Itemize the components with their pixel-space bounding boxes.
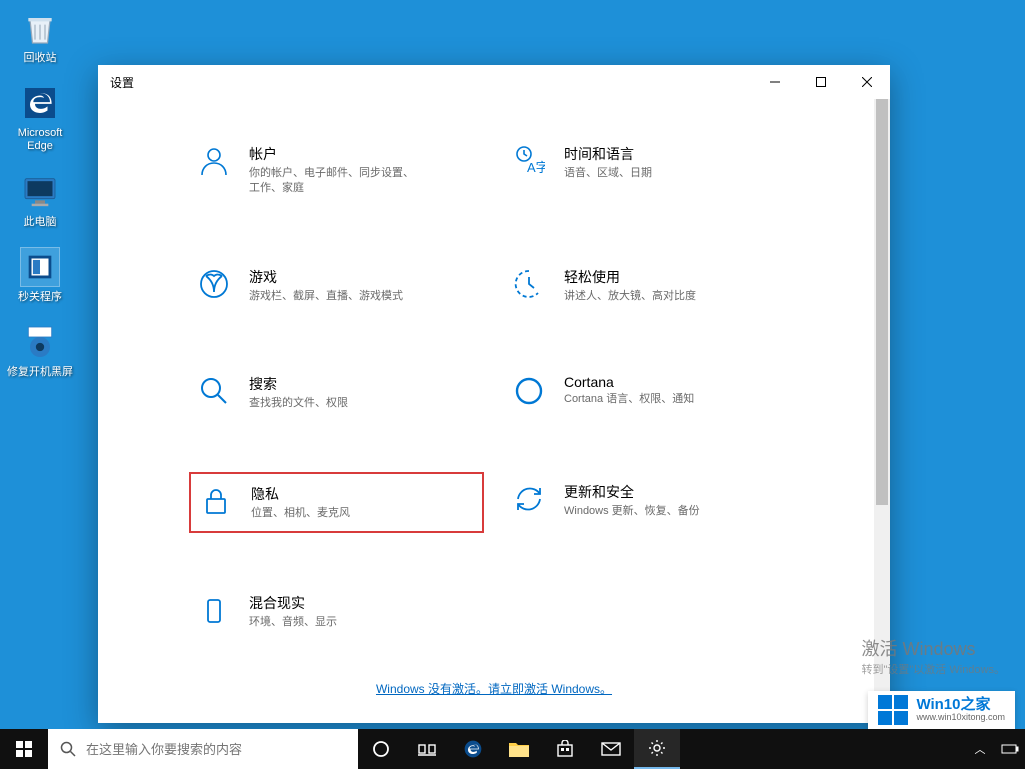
category-desc: 语音、区域、日期: [564, 166, 652, 181]
category-update-security[interactable]: 更新和安全 Windows 更新、恢复、备份: [504, 472, 799, 533]
scrollbar-thumb[interactable]: [876, 99, 888, 505]
category-desc: 讲述人、放大镜、高对比度: [564, 289, 696, 304]
category-cortana[interactable]: Cortana Cortana 语言、权限、通知: [504, 364, 799, 421]
taskbar: ︿: [0, 729, 1025, 769]
edge-taskbar-icon[interactable]: [450, 729, 496, 769]
category-title: 游戏: [249, 267, 403, 287]
desktop-icon-this-pc[interactable]: 此电脑: [6, 172, 74, 229]
cortana-icon: [512, 374, 546, 408]
settings-body: 帐户 你的帐户、电子邮件、同步设置、工作、家庭 A字 时间和语言 语音、区域、日…: [98, 99, 890, 723]
category-desc: Cortana 语言、权限、通知: [564, 392, 694, 407]
desktop-icon-repair[interactable]: 修复开机黑屏: [6, 322, 74, 379]
time-language-icon: A字: [512, 144, 546, 178]
desktop-icon-recycle-bin[interactable]: 回收站: [6, 8, 74, 65]
category-time-language[interactable]: A字 时间和语言 语音、区域、日期: [504, 134, 799, 207]
window-controls: [752, 65, 890, 99]
icon-label: 此电脑: [24, 216, 57, 229]
icon-label: 修复开机黑屏: [7, 366, 73, 379]
ease-icon: [512, 267, 546, 301]
store-icon[interactable]: [542, 729, 588, 769]
icon-label: 回收站: [24, 52, 57, 65]
category-gaming[interactable]: 游戏 游戏栏、截屏、直播、游戏模式: [189, 257, 484, 314]
category-desc: 你的帐户、电子邮件、同步设置、工作、家庭: [249, 166, 419, 197]
category-desc: 游戏栏、截屏、直播、游戏模式: [249, 289, 403, 304]
search-icon: [197, 374, 231, 408]
windows-logo-icon: [878, 695, 908, 725]
category-accounts[interactable]: 帐户 你的帐户、电子邮件、同步设置、工作、家庭: [189, 134, 484, 207]
settings-window: 设置 帐户 你的帐户、电子邮件、同步设置、工作、家庭 A字 时间和语言 语音、区…: [98, 65, 890, 723]
taskbar-search[interactable]: [48, 729, 358, 769]
brand-logo: Win10之家 www.win10xitong.com: [868, 691, 1015, 729]
tray-battery-icon[interactable]: [995, 729, 1025, 769]
lock-icon: [199, 484, 233, 518]
taskbar-apps: [358, 729, 680, 769]
category-desc: 环境、音频、显示: [249, 615, 337, 630]
file-explorer-icon[interactable]: [496, 729, 542, 769]
gear-icon: [20, 322, 60, 362]
category-title: 搜索: [249, 374, 348, 394]
activate-windows-link[interactable]: Windows 没有激活。请立即激活 Windows。: [376, 682, 612, 696]
brand-name: Win10之家: [916, 697, 1005, 714]
desktop-icon-quick-close[interactable]: 秒关程序: [6, 247, 74, 304]
activation-watermark: 激活 Windows 转到"设置"以激活 Windows。: [862, 635, 1006, 677]
category-search[interactable]: 搜索 查找我的文件、权限: [189, 364, 484, 421]
person-icon: [197, 144, 231, 178]
category-privacy[interactable]: 隐私 位置、相机、麦克风: [189, 472, 484, 533]
watermark-subtitle: 转到"设置"以激活 Windows。: [862, 661, 1006, 677]
category-desc: 位置、相机、麦克风: [251, 506, 350, 521]
headset-icon: [197, 593, 231, 627]
category-ease-of-access[interactable]: 轻松使用 讲述人、放大镜、高对比度: [504, 257, 799, 314]
window-title: 设置: [110, 74, 134, 91]
start-button[interactable]: [0, 729, 48, 769]
search-input[interactable]: [86, 742, 346, 757]
category-title: 时间和语言: [564, 144, 652, 164]
icon-label: 秒关程序: [18, 291, 62, 304]
xbox-icon: [197, 267, 231, 301]
close-button[interactable]: [844, 65, 890, 99]
category-mixed-reality[interactable]: 混合现实 环境、音频、显示: [189, 583, 484, 640]
scrollbar[interactable]: ▲ ▼: [874, 99, 890, 723]
cortana-button[interactable]: [358, 729, 404, 769]
mail-icon[interactable]: [588, 729, 634, 769]
desktop-icons: 回收站 Microsoft Edge 此电脑 秒关程序 修复开机黑屏: [6, 8, 74, 379]
edge-icon: [20, 83, 60, 123]
desktop-icon-edge[interactable]: Microsoft Edge: [6, 83, 74, 153]
titlebar: 设置: [98, 65, 890, 99]
icon-label: Microsoft Edge: [18, 127, 63, 153]
tray-chevron-up-icon[interactable]: ︿: [965, 729, 995, 769]
category-title: Cortana: [564, 374, 694, 390]
task-view-button[interactable]: [404, 729, 450, 769]
settings-taskbar-icon[interactable]: [634, 729, 680, 769]
maximize-button[interactable]: [798, 65, 844, 99]
category-title: 隐私: [251, 484, 350, 504]
recycle-bin-icon: [20, 8, 60, 48]
brand-url: www.win10xitong.com: [916, 713, 1005, 723]
svg-text:A字: A字: [527, 160, 545, 175]
category-title: 帐户: [249, 144, 419, 164]
category-desc: 查找我的文件、权限: [249, 396, 348, 411]
category-title: 轻松使用: [564, 267, 696, 287]
system-tray: ︿: [965, 729, 1025, 769]
watermark-title: 激活 Windows: [862, 635, 1006, 661]
settings-categories: 帐户 你的帐户、电子邮件、同步设置、工作、家庭 A字 时间和语言 语音、区域、日…: [189, 134, 799, 640]
activation-link: Windows 没有激活。请立即激活 Windows。: [128, 680, 860, 698]
minimize-button[interactable]: [752, 65, 798, 99]
category-desc: Windows 更新、恢复、备份: [564, 504, 700, 519]
monitor-icon: [20, 172, 60, 212]
category-title: 更新和安全: [564, 482, 700, 502]
category-title: 混合现实: [249, 593, 337, 613]
sync-icon: [512, 482, 546, 516]
app-icon: [20, 247, 60, 287]
